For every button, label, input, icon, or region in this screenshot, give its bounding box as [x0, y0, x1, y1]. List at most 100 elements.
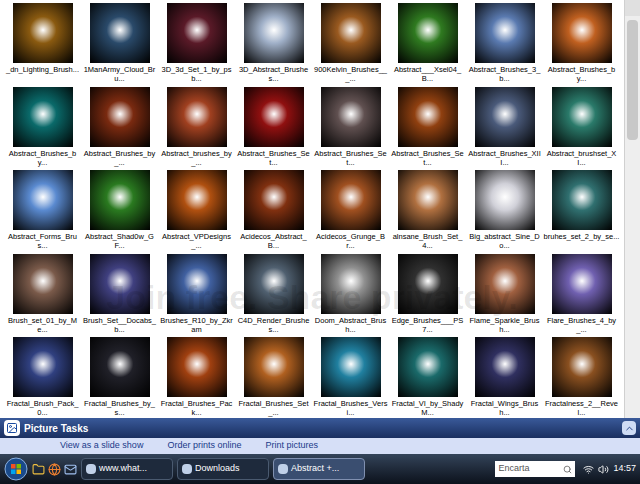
thumbnail-image: [552, 3, 612, 63]
thumbnail-item[interactable]: Fractal_Brush_Pack_0...: [4, 334, 81, 418]
thumbnail-item[interactable]: Big_abstract_Sine_Do...: [466, 167, 543, 251]
network-icon[interactable]: [583, 464, 594, 475]
thumbnail-image: [90, 3, 150, 63]
thumbnail-item[interactable]: Fractal_VI_by_ShadyM...: [389, 334, 466, 418]
thumbnail-label: Abstract_Brushes_by_...: [82, 149, 158, 167]
task-link[interactable]: Print pictures: [265, 439, 318, 453]
thumbnail-item[interactable]: 3D_3d_Set_1_by_psb...: [158, 0, 235, 84]
thumbnail-item[interactable]: Abstract_Shad0w_GF...: [81, 167, 158, 251]
thumbnail-label: Brush_Set__Docabs_b...: [82, 316, 158, 334]
thumbnail-item[interactable]: Abstract_Brushes_Set...: [235, 84, 312, 168]
thumbnail-label: Abstract_VPDesigns_...: [159, 232, 235, 250]
thumbnail-label: Fractal_Brush_Pack_0...: [5, 399, 81, 417]
thumbnail-label: Doom_Abstract_Brush...: [313, 316, 389, 334]
thumbnail-item[interactable]: Flare_Brushes_4_by_...: [543, 251, 620, 335]
thumbnail-item[interactable]: Abstract_brushset_XI...: [543, 84, 620, 168]
thumbnail-item[interactable]: Brush_Set__Docabs_b...: [81, 251, 158, 335]
thumbnail-image: [167, 337, 227, 397]
thumbnail-image: [244, 254, 304, 314]
scrollbar[interactable]: [624, 0, 640, 418]
watermark: Join free. Share privately.: [0, 272, 624, 323]
thumbnail-label: 3D_3d_Set_1_by_psb...: [159, 65, 235, 83]
thumbnail-label: Brush_set_01_by_Me...: [5, 316, 81, 334]
thumbnail-image: [13, 337, 73, 397]
thumbnail-item[interactable]: alnsane_Brush_Set_4...: [389, 167, 466, 251]
thumbnail-image: [167, 170, 227, 230]
thumbnail-label: Fractal_Brushes_by_s...: [82, 399, 158, 417]
thumbnail-item[interactable]: Fractal_Brushes_Versi...: [312, 334, 389, 418]
task-link[interactable]: View as a slide show: [60, 439, 143, 453]
thumbnail-item[interactable]: 900Kelvin_Brushes___...: [312, 0, 389, 84]
tray: 14:57: [579, 462, 636, 476]
thumbnail-item[interactable]: C4D_Render_Brushes...: [235, 251, 312, 335]
thumbnail-item[interactable]: Acidecos_Abstract_B...: [235, 167, 312, 251]
thumbnail-label: Acidecos_Grunge_Br...: [313, 232, 389, 250]
thumbnail-item[interactable]: Abstract___Xsel04_B...: [389, 0, 466, 84]
thumbnail-item[interactable]: Abstract_Brushes_3_b...: [466, 0, 543, 84]
browser-icon[interactable]: [48, 463, 61, 476]
thumbnail-label: Abstract_Brushes_Set...: [313, 149, 389, 167]
thumbnail-image: [321, 337, 381, 397]
thumbnail-image: [398, 87, 458, 147]
thumbnail-item[interactable]: Abstract_Brushes_by_...: [81, 84, 158, 168]
thumbnail-label: _dn_Lighting_Brush...: [5, 65, 81, 74]
thumbnail-item[interactable]: Edge_Brushes___PS7...: [389, 251, 466, 335]
thumbnail-label: Abstract_Shad0w_GF...: [82, 232, 158, 250]
mail-icon[interactable]: [64, 463, 77, 476]
thumbnail-image: [13, 170, 73, 230]
clock[interactable]: 14:57: [613, 462, 636, 476]
thumbnail-image: [475, 337, 535, 397]
thumbnail-image: [398, 337, 458, 397]
thumbnail-label: Brushes_R10_by_Zkram: [159, 316, 235, 334]
start-orb-icon[interactable]: [4, 457, 28, 481]
taskbar-button[interactable]: Downloads: [177, 458, 269, 480]
thumbnail-image: [167, 254, 227, 314]
thumbnail-item[interactable]: Abstract_VPDesigns_...: [158, 167, 235, 251]
thumbnail-item[interactable]: Fractal_Wings_Brush...: [466, 334, 543, 418]
thumbnail-label: Flare_Brushes_4_by_...: [544, 316, 620, 334]
collapse-button[interactable]: [622, 421, 636, 435]
thumbnail-label: 3D_Abstract_Brushes...: [236, 65, 312, 83]
thumbnail-item[interactable]: Brush_set_01_by_Me...: [4, 251, 81, 335]
thumbnail-item[interactable]: Abstract_Forms_Brus...: [4, 167, 81, 251]
thumbnail-image: [90, 87, 150, 147]
taskbar-button[interactable]: Abstract +...: [273, 458, 365, 480]
thumbnail-image: [552, 254, 612, 314]
thumbnail-item[interactable]: Acidecos_Grunge_Br...: [312, 167, 389, 251]
thumbnail-item[interactable]: bruhes_set_2_by_se...: [543, 167, 620, 251]
thumbnail-item[interactable]: Abstract_Brushes_by...: [4, 84, 81, 168]
thumbnail-label: Fractal_Brushes_Pack...: [159, 399, 235, 417]
thumbnail-label: Abstract_Brushes_Set...: [236, 149, 312, 167]
thumbnail-item[interactable]: Brushes_R10_by_Zkram: [158, 251, 235, 335]
taskbar-button[interactable]: www.what...: [81, 458, 173, 480]
folder-icon[interactable]: [32, 463, 45, 476]
thumbnail-image: [475, 87, 535, 147]
thumbnail-item[interactable]: Fractalness_2__Revel...: [543, 334, 620, 418]
thumbnail-item[interactable]: Doom_Abstract_Brush...: [312, 251, 389, 335]
thumbnail-item[interactable]: Abstract_Brushes_Set...: [312, 84, 389, 168]
thumbnail-item[interactable]: Abstract_Brushes_Set...: [389, 84, 466, 168]
thumbnail-label: Abstract_Brushes_Set...: [390, 149, 466, 167]
thumbnail-item[interactable]: 3D_Abstract_Brushes...: [235, 0, 312, 84]
thumbnail-item[interactable]: Abstract_brushes_by_...: [158, 84, 235, 168]
thumbnail-label: Abstract_Brushes_XIII...: [467, 149, 543, 167]
thumbnail-item[interactable]: Fractal_Brushes_Set_...: [235, 334, 312, 418]
thumbnail-image: [398, 3, 458, 63]
thumbnail-label: bruhes_set_2_by_se...: [544, 232, 620, 241]
volume-icon[interactable]: [598, 464, 609, 475]
thumbnail-item[interactable]: Abstract_Brushes_XIII...: [466, 84, 543, 168]
thumbnail-item[interactable]: Abstract_Brushes_by...: [543, 0, 620, 84]
picture-tasks-bar[interactable]: Picture Tasks: [0, 418, 640, 438]
thumbnail-image: [475, 170, 535, 230]
thumbnail-item[interactable]: 1ManArmy_Cloud_Bru...: [81, 0, 158, 84]
thumbnail-item[interactable]: Fractal_Brushes_Pack...: [158, 334, 235, 418]
scrollbar-thumb[interactable]: [627, 20, 638, 140]
thumbnail-label: Flame_Sparkle_Brush...: [467, 316, 543, 334]
thumbnail-image: [90, 254, 150, 314]
thumbnail-item[interactable]: _dn_Lighting_Brush...: [4, 0, 81, 84]
search-box[interactable]: Encarta: [495, 461, 575, 477]
task-link[interactable]: Order prints online: [167, 439, 241, 453]
thumbnail-item[interactable]: Fractal_Brushes_by_s...: [81, 334, 158, 418]
thumbnail-label: Fractal_Brushes_Versi...: [313, 399, 389, 417]
thumbnail-item[interactable]: Flame_Sparkle_Brush...: [466, 251, 543, 335]
